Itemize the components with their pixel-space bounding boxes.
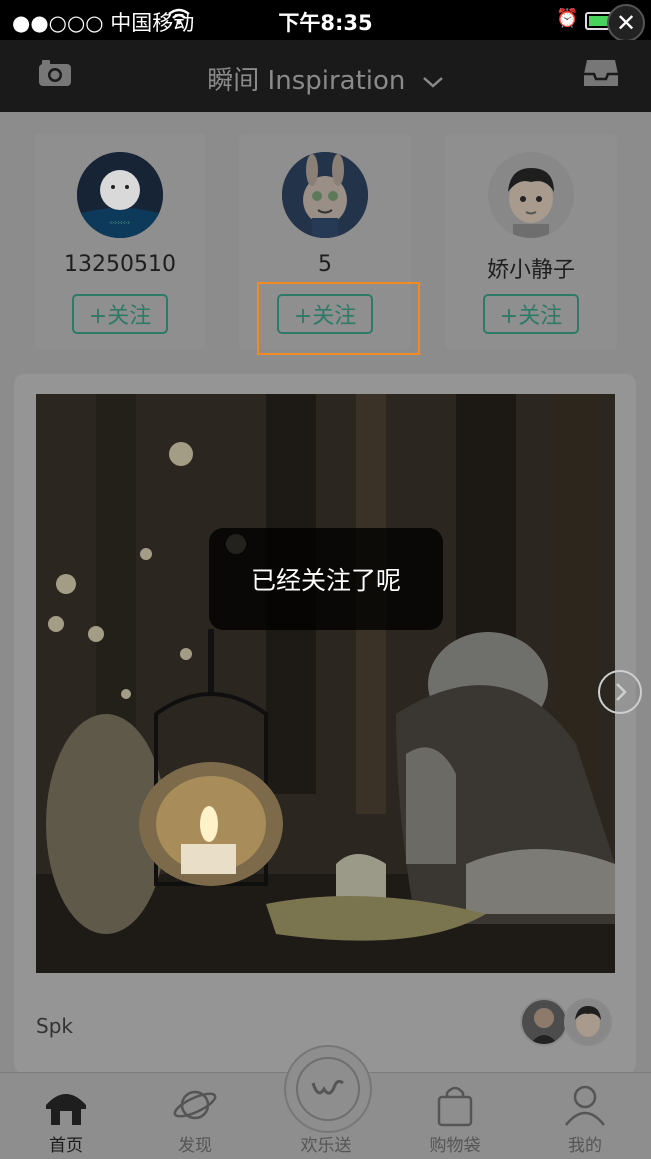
nav-bar: 瞬间 Inspiration [0,40,651,112]
bottom-tab-bar: 首页 发现 欢乐送 购物袋 我的 [0,1045,651,1159]
post-author-name[interactable]: Spk [36,1014,73,1038]
home-icon [41,1083,91,1127]
logo-icon [296,1057,360,1121]
avatar[interactable]: ·:·:·:·:·:·:· [77,152,163,238]
happy-send-button[interactable] [284,1045,372,1133]
page-title-text: 瞬间 Inspiration [207,66,406,96]
chevron-down-icon [414,66,444,96]
clock-time: 下午8:35 [278,11,373,35]
tab-label: 欢乐送 [300,1136,352,1156]
alarm-icon: ⏰ [556,8,579,29]
liker-avatar[interactable] [564,998,612,1046]
user-name: 娇小静子 [486,258,575,283]
user-name: 13250510 [64,252,176,277]
tab-label: 我的 [568,1136,602,1156]
post-card[interactable]: Spk [14,374,642,1074]
follow-button[interactable]: +关注 [483,294,579,334]
tab-label: 发现 [178,1136,212,1156]
page-title[interactable]: 瞬间 Inspiration [0,60,651,97]
recommended-user-card[interactable]: ·:·:·:·:·:·:· 13250510 +关注 [34,134,206,349]
inbox-icon[interactable] [583,58,619,92]
tab-label: 购物袋 [429,1136,481,1156]
toast-message: 已经关注了呢 [209,528,443,630]
avatar[interactable] [488,152,574,238]
close-button[interactable]: ✕ [607,4,645,42]
recommended-user-card[interactable]: 娇小静子 +关注 [445,134,617,349]
tab-home[interactable]: 首页 [11,1073,121,1159]
user-icon [560,1083,610,1127]
tab-label: 首页 [49,1136,83,1156]
next-arrow-button[interactable] [598,670,642,714]
avatar[interactable] [282,152,368,238]
planet-icon [170,1083,220,1127]
shopping-bag-icon [430,1083,480,1127]
post-image[interactable] [36,394,615,973]
tab-discover[interactable]: 发现 [140,1073,250,1159]
follow-button[interactable]: +关注 [72,294,168,334]
tab-me[interactable]: 我的 [530,1073,640,1159]
liker-avatar[interactable] [520,998,568,1046]
tab-shopping-bag[interactable]: 购物袋 [400,1073,510,1159]
selection-highlight [257,282,420,355]
user-name: 5 [318,252,332,277]
status-bar: ●●○○○ 中国移动 下午8:35 ⏰ ✕ [0,0,651,42]
svg-text:·:·:·:·:·:·:·: ·:·:·:·:·:·:· [109,220,131,226]
tab-happy-send[interactable]: 欢乐送 [271,1045,381,1159]
